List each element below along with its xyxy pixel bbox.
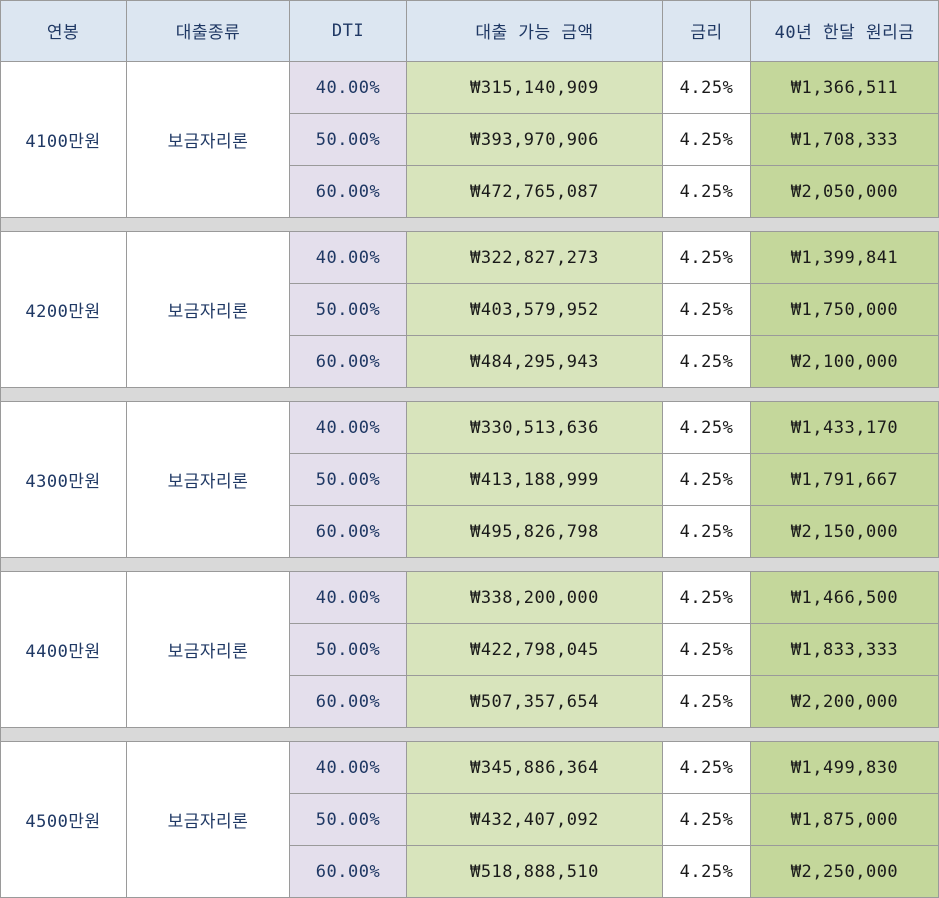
loan-type-cell[interactable]: 보금자리론 [127,62,290,218]
payment-cell[interactable]: ₩1,366,511 [751,62,939,114]
rate-cell[interactable]: 4.25% [663,794,751,846]
rate-cell[interactable]: 4.25% [663,114,751,166]
rate-cell[interactable]: 4.25% [663,284,751,336]
dti-cell[interactable]: 50.00% [290,454,407,506]
payment-cell[interactable]: ₩2,050,000 [751,166,939,218]
rate-cell[interactable]: 4.25% [663,742,751,794]
dti-cell[interactable]: 60.00% [290,676,407,728]
rate-cell[interactable]: 4.25% [663,166,751,218]
amount-cell[interactable]: ₩472,765,087 [407,166,663,218]
group-separator [0,388,939,402]
dti-cell[interactable]: 60.00% [290,336,407,388]
amount-cell[interactable]: ₩432,407,092 [407,794,663,846]
income-cell[interactable]: 4400만원 [0,572,127,728]
payment-cell[interactable]: ₩2,100,000 [751,336,939,388]
rate-cell[interactable]: 4.25% [663,572,751,624]
rate-cell[interactable]: 4.25% [663,624,751,676]
payment-cell[interactable]: ₩1,708,333 [751,114,939,166]
amount-cell[interactable]: ₩413,188,999 [407,454,663,506]
group-separator [0,558,939,572]
income-cell[interactable]: 4500만원 [0,742,127,898]
rate-cell[interactable]: 4.25% [663,402,751,454]
payment-cell[interactable]: ₩1,875,000 [751,794,939,846]
loan-type-cell[interactable]: 보금자리론 [127,232,290,388]
rate-cell[interactable]: 4.25% [663,676,751,728]
loan-type-cell[interactable]: 보금자리론 [127,402,290,558]
income-cell[interactable]: 4100만원 [0,62,127,218]
payment-cell[interactable]: ₩1,833,333 [751,624,939,676]
loan-table: 연봉 대출종류 DTI 대출 가능 금액 금리 40년 한달 원리금 4100만… [0,0,939,898]
group-separator [0,218,939,232]
dti-cell[interactable]: 40.00% [290,742,407,794]
amount-cell[interactable]: ₩403,579,952 [407,284,663,336]
payment-cell[interactable]: ₩2,150,000 [751,506,939,558]
income-cell[interactable]: 4300만원 [0,402,127,558]
amount-cell[interactable]: ₩338,200,000 [407,572,663,624]
header-rate[interactable]: 금리 [663,0,751,62]
rate-cell[interactable]: 4.25% [663,232,751,284]
amount-cell[interactable]: ₩330,513,636 [407,402,663,454]
dti-cell[interactable]: 50.00% [290,284,407,336]
dti-cell[interactable]: 50.00% [290,624,407,676]
header-loan-type[interactable]: 대출종류 [127,0,290,62]
amount-cell[interactable]: ₩322,827,273 [407,232,663,284]
rate-cell[interactable]: 4.25% [663,506,751,558]
rate-cell[interactable]: 4.25% [663,62,751,114]
rate-cell[interactable]: 4.25% [663,454,751,506]
dti-cell[interactable]: 40.00% [290,62,407,114]
payment-cell[interactable]: ₩1,750,000 [751,284,939,336]
group-separator [0,728,939,742]
amount-cell[interactable]: ₩495,826,798 [407,506,663,558]
dti-cell[interactable]: 40.00% [290,572,407,624]
payment-cell[interactable]: ₩1,433,170 [751,402,939,454]
dti-cell[interactable]: 60.00% [290,506,407,558]
dti-cell[interactable]: 40.00% [290,402,407,454]
header-monthly-payment[interactable]: 40년 한달 원리금 [751,0,939,62]
header-loan-amount[interactable]: 대출 가능 금액 [407,0,663,62]
loan-type-cell[interactable]: 보금자리론 [127,742,290,898]
loan-type-cell[interactable]: 보금자리론 [127,572,290,728]
amount-cell[interactable]: ₩393,970,906 [407,114,663,166]
rate-cell[interactable]: 4.25% [663,336,751,388]
dti-cell[interactable]: 60.00% [290,166,407,218]
payment-cell[interactable]: ₩2,250,000 [751,846,939,898]
payment-cell[interactable]: ₩1,466,500 [751,572,939,624]
amount-cell[interactable]: ₩484,295,943 [407,336,663,388]
amount-cell[interactable]: ₩345,886,364 [407,742,663,794]
dti-cell[interactable]: 50.00% [290,794,407,846]
income-cell[interactable]: 4200만원 [0,232,127,388]
dti-cell[interactable]: 50.00% [290,114,407,166]
amount-cell[interactable]: ₩518,888,510 [407,846,663,898]
amount-cell[interactable]: ₩315,140,909 [407,62,663,114]
amount-cell[interactable]: ₩507,357,654 [407,676,663,728]
payment-cell[interactable]: ₩1,399,841 [751,232,939,284]
dti-cell[interactable]: 40.00% [290,232,407,284]
header-dti[interactable]: DTI [290,0,407,62]
payment-cell[interactable]: ₩2,200,000 [751,676,939,728]
amount-cell[interactable]: ₩422,798,045 [407,624,663,676]
payment-cell[interactable]: ₩1,499,830 [751,742,939,794]
payment-cell[interactable]: ₩1,791,667 [751,454,939,506]
dti-cell[interactable]: 60.00% [290,846,407,898]
rate-cell[interactable]: 4.25% [663,846,751,898]
header-income[interactable]: 연봉 [0,0,127,62]
